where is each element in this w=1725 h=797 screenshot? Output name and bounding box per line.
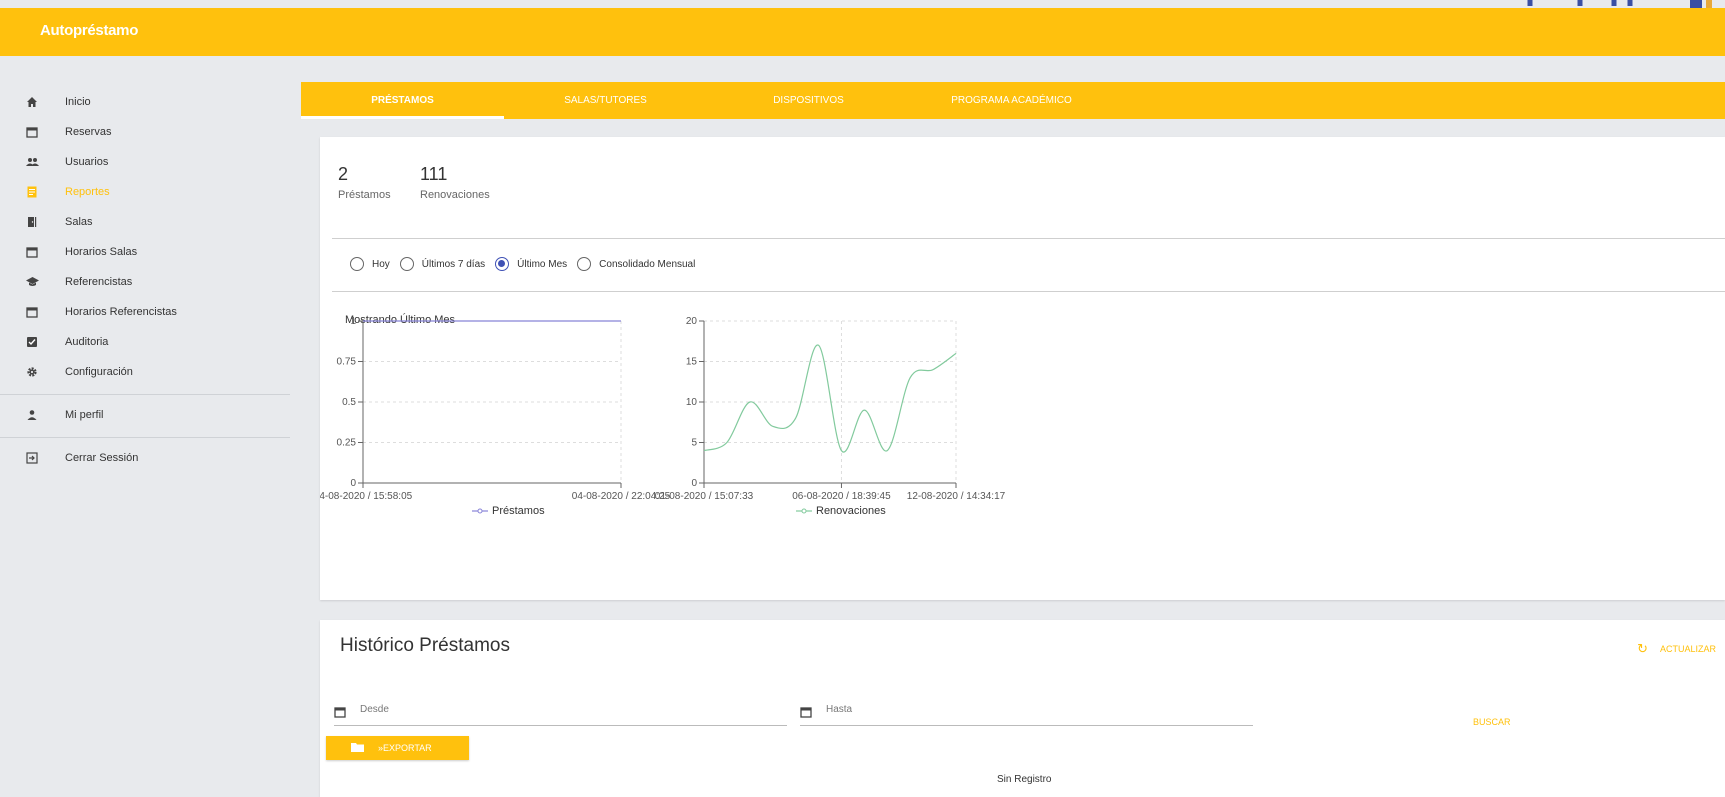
calendar-icon (800, 705, 812, 723)
refresh-label: ACTUALIZAR (1659, 644, 1716, 654)
y-tick-label: 15 (686, 357, 698, 368)
desde-input[interactable] (360, 704, 760, 715)
y-tick-label: 0 (350, 478, 356, 489)
legend-marker (801, 508, 807, 514)
y-tick-label: 0 (691, 478, 697, 489)
sidebar-item-mi-perfil[interactable]: Mi perfil (0, 401, 290, 431)
sidebar-item-label: Usuarios (65, 156, 109, 168)
sidebar-item-label: Horarios Salas (65, 246, 138, 258)
sidebar-item-label: Configuración (65, 366, 133, 378)
calendar-icon (25, 245, 39, 259)
home-icon (25, 95, 39, 109)
graduation-cap-icon (25, 275, 39, 289)
sidebar-divider (0, 394, 290, 395)
export-label: »EXPORTAR (378, 743, 432, 753)
logout-icon (25, 451, 39, 465)
refresh-icon: ↻ (1637, 641, 1648, 656)
sidebar-item-label: Reservas (65, 126, 112, 138)
sidebar-item-cerrar-sesion[interactable]: Cerrar Sessión (0, 444, 290, 474)
people-icon (25, 155, 39, 169)
sidebar-item-label: Reportes (65, 186, 110, 198)
sidebar-item-label: Salas (65, 216, 93, 228)
y-tick-label: 0.5 (342, 397, 356, 408)
legend-label: Préstamos (492, 505, 545, 517)
sidebar-divider (0, 437, 290, 438)
export-button[interactable]: »EXPORTAR (326, 736, 469, 760)
sidebar-item-configuracion[interactable]: Configuración (0, 358, 290, 388)
tab-programa-academico[interactable]: PROGRAMA ACADÉMICO (910, 82, 1113, 119)
historico-card: Histórico Préstamos ↻ ACTUALIZAR BUSCAR … (320, 620, 1725, 797)
y-tick-label: 1 (350, 316, 356, 327)
y-tick-label: 5 (691, 438, 697, 449)
x-tick-label: 04-08-2020 / 15:58:05 (320, 491, 413, 502)
sidebar-item-inicio[interactable]: Inicio (0, 88, 290, 118)
sidebar-item-reservas[interactable]: Reservas (0, 118, 290, 148)
buscar-button[interactable]: BUSCAR (1473, 717, 1511, 727)
hasta-field (800, 704, 1253, 726)
sidebar-item-horarios-salas[interactable]: Horarios Salas (0, 238, 290, 268)
y-tick-label: 0.75 (337, 357, 357, 368)
sidebar-item-label: Auditoria (65, 336, 109, 348)
sidebar-item-usuarios[interactable]: Usuarios (0, 148, 290, 178)
active-tab-indicator (301, 116, 504, 119)
sidebar-item-label: Horarios Referencistas (65, 306, 177, 318)
brand-logo (1527, 0, 1712, 8)
sidebar: Inicio Reservas Usuarios Reportes Salas … (0, 88, 290, 474)
x-tick-label: 01-08-2020 / 15:07:33 (655, 491, 754, 502)
hasta-input[interactable] (826, 704, 1226, 715)
refresh-button[interactable]: ↻ ACTUALIZAR (1637, 641, 1716, 657)
app-title: Autopréstamo (40, 22, 139, 39)
sidebar-item-label: Mi perfil (65, 409, 104, 421)
sidebar-item-salas[interactable]: Salas (0, 208, 290, 238)
sidebar-item-label: Cerrar Sessión (65, 452, 139, 464)
calendar-icon (25, 125, 39, 139)
y-tick-label: 20 (686, 316, 698, 327)
sidebar-item-label: Referencistas (65, 276, 133, 288)
gear-icon (25, 365, 39, 379)
prestamos-report-card: 2 Préstamos 111 Renovaciones Hoy Últimos… (320, 137, 1725, 600)
x-tick-label: 12-08-2020 / 14:34:17 (907, 491, 1006, 502)
sidebar-item-horarios-referencistas[interactable]: Horarios Referencistas (0, 298, 290, 328)
historico-title: Histórico Préstamos (340, 635, 510, 656)
legend-label: Renovaciones (816, 505, 886, 517)
tab-prestamos[interactable]: PRÉSTAMOS (301, 82, 504, 119)
person-icon (25, 408, 39, 422)
sidebar-item-reportes[interactable]: Reportes (0, 178, 290, 208)
y-tick-label: 10 (686, 397, 698, 408)
report-icon (25, 185, 39, 199)
checkbox-icon (25, 335, 39, 349)
folder-icon (351, 742, 364, 754)
legend-marker (477, 508, 483, 514)
tab-salas-tutores[interactable]: SALAS/TUTORES (504, 82, 707, 119)
app-header: Autopréstamo (0, 8, 1725, 56)
sidebar-item-label: Inicio (65, 96, 91, 108)
charts-area: 00.250.50.75104-08-2020 / 15:58:05 04-08-… (320, 316, 1006, 517)
tab-dispositivos[interactable]: DISPOSITIVOS (707, 82, 910, 119)
calendar-icon (25, 305, 39, 319)
sidebar-item-auditoria[interactable]: Auditoria (0, 328, 290, 358)
desde-field (334, 704, 787, 726)
sidebar-item-referencistas[interactable]: Referencistas (0, 268, 290, 298)
calendar-icon (334, 705, 346, 723)
x-tick-label: 06-08-2020 / 18:39:45 (792, 491, 891, 502)
door-icon (25, 215, 39, 229)
report-tabs: PRÉSTAMOS SALAS/TUTORES DISPOSITIVOS PRO… (301, 82, 1725, 119)
empty-state-text: Sin Registro (997, 774, 1052, 785)
y-tick-label: 0.25 (337, 438, 357, 449)
